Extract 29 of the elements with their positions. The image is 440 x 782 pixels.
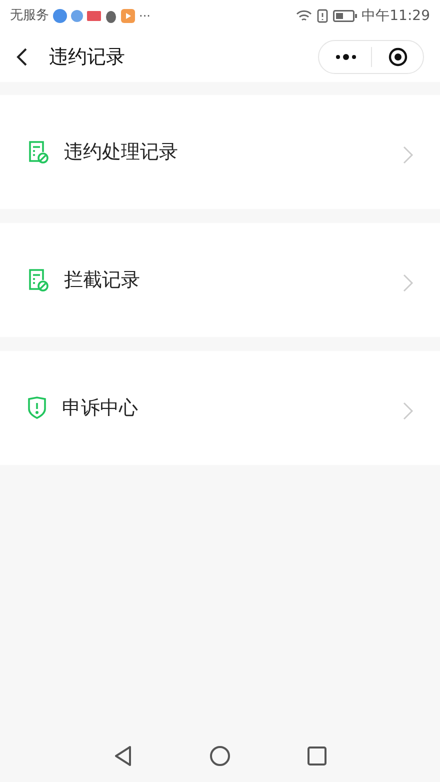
battery-icon xyxy=(332,10,357,22)
chevron-right-icon xyxy=(402,145,414,165)
more-notifications-text: ··· xyxy=(139,8,150,25)
chevron-right-icon xyxy=(402,273,414,293)
sim-alert-icon xyxy=(316,9,328,23)
app-icon xyxy=(53,9,67,23)
home-nav-icon[interactable] xyxy=(209,745,231,767)
document-icon xyxy=(27,268,49,292)
menu-item-label: 申诉中心 xyxy=(62,396,138,421)
back-icon[interactable] xyxy=(16,47,28,67)
menu-item[interactable]: 申诉中心 xyxy=(0,351,440,465)
chevron-right-icon xyxy=(402,401,414,421)
page-title: 违约记录 xyxy=(49,44,125,70)
document-icon xyxy=(27,140,49,164)
clock-text: 中午11:29 xyxy=(362,6,430,26)
wifi-icon xyxy=(296,10,312,22)
app-icon xyxy=(71,10,83,22)
back-nav-icon[interactable] xyxy=(113,745,133,767)
app-icon xyxy=(121,9,135,23)
recents-nav-icon[interactable] xyxy=(307,746,327,766)
menu-item[interactable]: 违约处理记录 xyxy=(0,95,440,209)
menu-item[interactable]: 拦截记录 xyxy=(0,223,440,337)
carrier-text: 无服务 xyxy=(10,7,49,26)
more-icon[interactable] xyxy=(335,54,357,60)
app-icon xyxy=(87,11,101,21)
close-icon[interactable] xyxy=(388,47,408,67)
shield-icon xyxy=(27,396,47,420)
menu-item-label: 拦截记录 xyxy=(64,268,140,293)
menu-item-label: 违约处理记录 xyxy=(64,140,178,165)
